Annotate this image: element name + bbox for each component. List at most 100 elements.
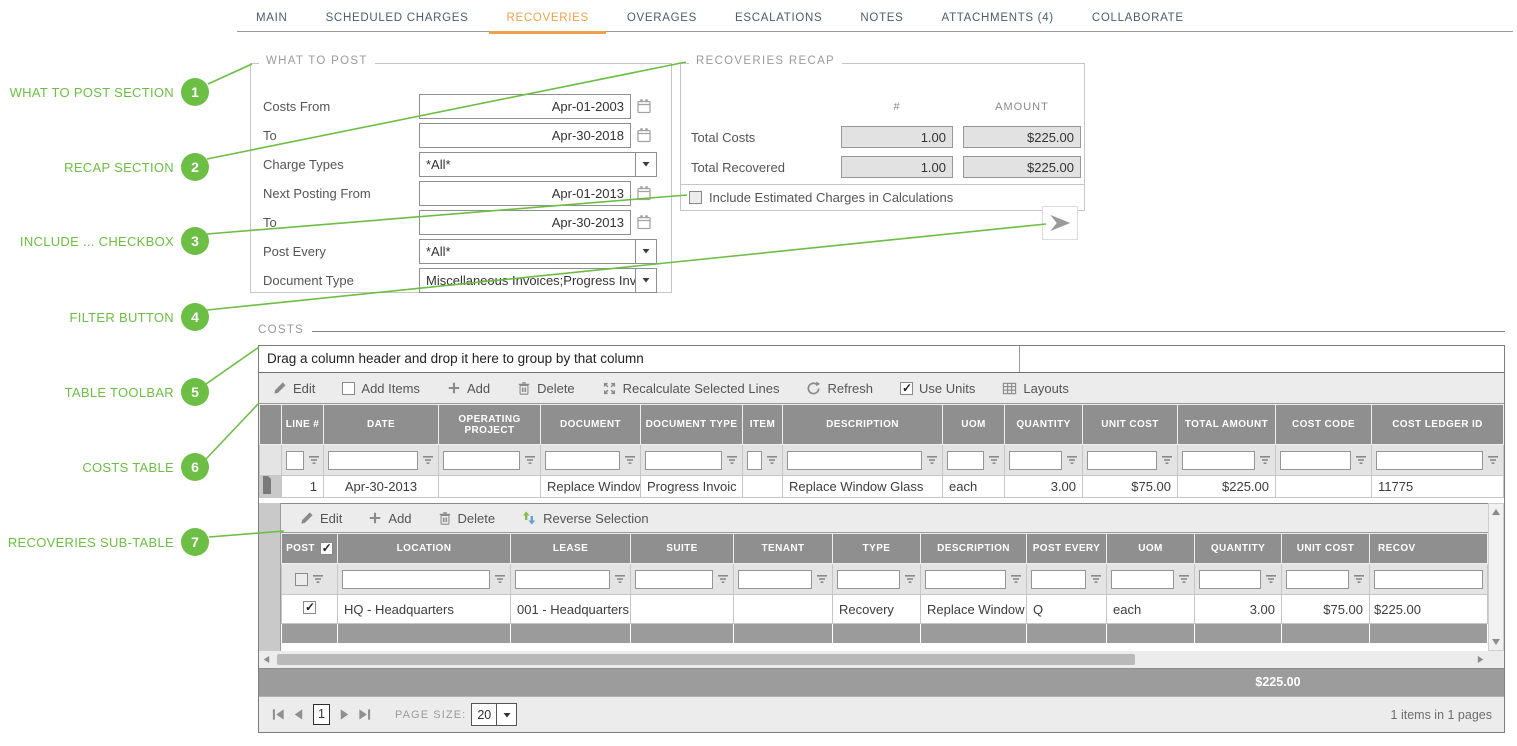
filter-icon[interactable] — [1178, 573, 1190, 585]
current-page-box[interactable]: 1 — [313, 704, 330, 725]
filter-icon[interactable] — [988, 454, 1000, 466]
tab-overages[interactable]: OVERAGES — [608, 4, 716, 32]
tab-recoveries[interactable]: RECOVERIES — [487, 4, 607, 32]
post-row-checkbox[interactable] — [303, 601, 316, 614]
cell-post[interactable] — [282, 595, 338, 624]
filter-input[interactable] — [1009, 451, 1062, 470]
recoveries-data-row[interactable]: HQ - Headquarters 001 - Headquarters Rec… — [282, 595, 1488, 624]
group-by-bar[interactable]: Drag a column header and drop it here to… — [259, 346, 1504, 373]
filter-input[interactable] — [328, 451, 418, 470]
add-button[interactable]: Add — [447, 381, 490, 396]
charge-types-select[interactable]: *All* — [419, 152, 657, 177]
filter-icon[interactable] — [816, 573, 828, 585]
recalculate-selected-lines-button[interactable]: Recalculate Selected Lines — [602, 381, 780, 396]
include-estimated-charges-checkbox[interactable] — [689, 191, 702, 204]
filter-icon[interactable] — [1487, 454, 1499, 466]
filter-icon[interactable] — [1090, 573, 1102, 585]
calendar-icon[interactable] — [636, 127, 652, 143]
filter-icon[interactable] — [726, 454, 738, 466]
filter-input[interactable] — [1031, 570, 1086, 589]
filter-icon[interactable] — [717, 573, 729, 585]
post-every-select[interactable]: *All* — [419, 239, 657, 264]
filter-input[interactable] — [1199, 570, 1261, 589]
caret-down-icon[interactable] — [635, 269, 656, 292]
edit-button[interactable]: Edit — [273, 381, 315, 396]
filter-icon[interactable] — [422, 454, 434, 466]
next-page-icon[interactable] — [337, 707, 352, 722]
filter-icon[interactable] — [1161, 454, 1173, 466]
caret-down-icon[interactable] — [635, 240, 656, 263]
column-header-quantity[interactable]: QUANTITY — [1195, 534, 1282, 564]
column-header-description[interactable]: DESCRIPTION — [783, 405, 943, 445]
scroll-down-icon[interactable] — [1491, 637, 1501, 647]
filter-icon[interactable] — [494, 573, 506, 585]
filter-icon[interactable] — [1066, 454, 1078, 466]
filter-icon[interactable] — [1265, 573, 1277, 585]
filter-icon[interactable] — [926, 454, 938, 466]
scroll-up-icon[interactable] — [1491, 507, 1501, 517]
filter-input[interactable] — [515, 570, 610, 589]
column-header-unit-cost[interactable]: UNIT COST — [1282, 534, 1370, 564]
refresh-button[interactable]: Refresh — [806, 381, 873, 396]
next-posting-to-date-input[interactable]: Apr-30-2013 — [419, 210, 631, 235]
column-header-suite[interactable]: SUITE — [631, 534, 734, 564]
filter-input[interactable] — [443, 451, 520, 470]
column-header-type[interactable]: TYPE — [833, 534, 921, 564]
column-header-lease[interactable]: LEASE — [511, 534, 631, 564]
filter-input[interactable] — [738, 570, 812, 589]
filter-icon[interactable] — [1353, 573, 1365, 585]
filter-icon[interactable] — [904, 573, 916, 585]
calendar-icon[interactable] — [636, 185, 652, 201]
filter-input[interactable] — [635, 570, 713, 589]
caret-down-icon[interactable] — [496, 704, 516, 725]
column-header-operating-project[interactable]: OPERATING PROJECT — [439, 405, 541, 445]
filter-icon[interactable] — [1259, 454, 1271, 466]
scroll-right-icon[interactable] — [1476, 655, 1485, 664]
post-all-checkbox[interactable] — [320, 542, 333, 555]
filter-input[interactable] — [1111, 570, 1174, 589]
column-header-document-type[interactable]: DOCUMENT TYPE — [641, 405, 743, 445]
filter-input[interactable] — [837, 570, 900, 589]
vertical-scrollbar[interactable] — [1488, 503, 1504, 651]
post-filter-checkbox[interactable] — [295, 573, 308, 586]
column-header-cost-code[interactable]: COST CODE — [1276, 405, 1372, 445]
filter-post-button[interactable] — [1042, 206, 1078, 240]
filter-icon[interactable] — [308, 454, 320, 466]
column-header-post-every[interactable]: POST EVERY — [1027, 534, 1107, 564]
tab-escalations[interactable]: ESCALATIONS — [716, 4, 841, 32]
filter-input[interactable] — [1182, 451, 1255, 470]
add-items-checkbox[interactable] — [342, 382, 355, 395]
add-items-toggle[interactable]: Add Items — [342, 381, 420, 396]
scroll-left-icon[interactable] — [262, 655, 271, 664]
document-type-select[interactable]: Miscellaneous Invoices;Progress Invo — [419, 268, 657, 293]
filter-icon[interactable] — [524, 454, 536, 466]
filter-input[interactable] — [1280, 451, 1351, 470]
filter-input[interactable] — [1374, 570, 1483, 589]
filter-input[interactable] — [1376, 451, 1483, 470]
sub-edit-button[interactable]: Edit — [300, 511, 342, 526]
column-header-item[interactable]: ITEM — [743, 405, 783, 445]
layouts-button[interactable]: Layouts — [1002, 381, 1069, 396]
filter-icon[interactable] — [312, 573, 324, 585]
column-header-total-amount[interactable]: TOTAL AMOUNT — [1178, 405, 1276, 445]
column-header-description[interactable]: DESCRIPTION — [921, 534, 1027, 564]
horizontal-scrollbar[interactable] — [259, 651, 1488, 668]
previous-page-icon[interactable] — [291, 707, 306, 722]
costs-to-date-input[interactable]: Apr-30-2018 — [419, 123, 631, 148]
calendar-icon[interactable] — [636, 98, 652, 114]
tab-attachments[interactable]: ATTACHMENTS (4) — [923, 4, 1073, 32]
filter-input[interactable] — [645, 451, 722, 470]
first-page-icon[interactable] — [271, 707, 286, 722]
filter-input[interactable] — [925, 570, 1006, 589]
use-units-checkbox[interactable] — [900, 382, 913, 395]
filter-icon[interactable] — [624, 454, 636, 466]
filter-input[interactable] — [1286, 570, 1349, 589]
column-header-unit-cost[interactable]: UNIT COST — [1083, 405, 1178, 445]
filter-icon[interactable] — [1355, 454, 1367, 466]
calendar-icon[interactable] — [636, 214, 652, 230]
column-header-document[interactable]: DOCUMENT — [541, 405, 641, 445]
filter-icon[interactable] — [614, 573, 626, 585]
column-header-tenant[interactable]: TENANT — [734, 534, 833, 564]
column-header-quantity[interactable]: QUANTITY — [1005, 405, 1083, 445]
costs-from-date-input[interactable]: Apr-01-2003 — [419, 94, 631, 119]
